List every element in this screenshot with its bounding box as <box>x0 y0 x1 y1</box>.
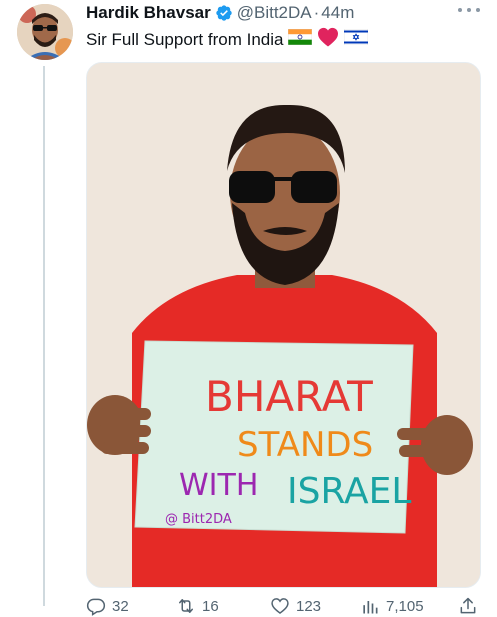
views-icon <box>363 601 378 614</box>
share-button[interactable] <box>458 594 484 617</box>
share-icon <box>460 597 476 614</box>
sign-credit: @ Bitt2DA <box>165 512 232 527</box>
avatar[interactable] <box>17 4 73 60</box>
thread-line <box>43 66 45 606</box>
sign-line-1: BHARAT <box>205 372 373 421</box>
tweet-actions: 32 16 123 7,105 <box>80 594 490 617</box>
photo-image: BHARAT STANDS WITH ISRAEL @ Bitt2DA <box>87 63 480 587</box>
tweet-text: Sir Full Support from India <box>86 27 369 52</box>
reply-icon <box>86 598 106 616</box>
israel-flag-icon <box>344 28 369 50</box>
views-button[interactable]: 7,105 <box>360 594 424 617</box>
heart-icon <box>271 598 289 615</box>
retweet-button[interactable]: 16 <box>176 594 219 617</box>
verified-badge-icon <box>215 4 233 22</box>
red-heart-icon <box>317 27 339 52</box>
tweet-body: Sir Full Support from India <box>86 29 284 49</box>
like-count: 123 <box>296 597 322 615</box>
sign-line-4: ISRAEL <box>287 471 411 512</box>
tweet-header: Hardik Bhavsar @Bitt2DA · 44m <box>86 2 354 24</box>
timestamp[interactable]: 44m <box>321 3 354 23</box>
view-count: 7,105 <box>386 597 424 615</box>
author-name[interactable]: Hardik Bhavsar <box>86 3 211 23</box>
separator-dot: · <box>313 3 320 22</box>
sign-line-2: STANDS <box>237 425 373 465</box>
retweet-icon <box>179 599 193 613</box>
tweet-photo[interactable]: BHARAT STANDS WITH ISRAEL @ Bitt2DA <box>86 62 481 588</box>
sign-line-3: WITH <box>179 468 258 503</box>
author-handle[interactable]: @Bitt2DA <box>237 3 312 23</box>
more-options-icon[interactable] <box>458 6 480 14</box>
india-flag-icon <box>288 28 313 50</box>
avatar-image <box>17 4 73 60</box>
like-button[interactable]: 123 <box>270 594 321 617</box>
retweet-count: 16 <box>202 597 219 615</box>
reply-count: 32 <box>112 597 129 615</box>
reply-button[interactable]: 32 <box>86 594 129 617</box>
